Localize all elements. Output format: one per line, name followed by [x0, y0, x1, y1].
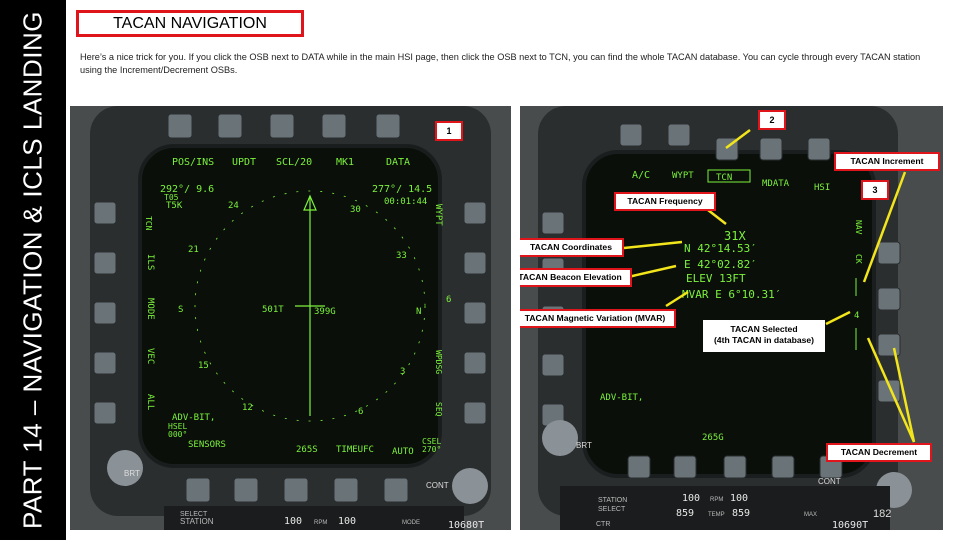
intro-paragraph: Here’s a nice trick for you. If you clic… [80, 52, 921, 75]
ufc-max: MAX [804, 512, 817, 518]
osb-label-data: DATA [386, 157, 410, 168]
compass-30: 30 [350, 205, 361, 215]
brt-label: BRT [576, 441, 592, 450]
osb-label-updt: UPDT [232, 157, 256, 168]
left-mfd-screenshot: POS/INS UPDT SCL/20 MK1 DATA 292°/ 9.6 T… [70, 106, 511, 530]
ufc-left-value: 100 [284, 516, 302, 527]
compass-21: 21 [188, 245, 199, 255]
section-title: PART 14 – NAVIGATION & ICLS LANDING [17, 11, 48, 529]
compass-33: 33 [396, 251, 407, 261]
ufc-row2-right: 859 [732, 508, 750, 519]
ufc-right-value: 100 [338, 516, 356, 527]
ufc-select: SELECT [180, 511, 208, 518]
tacan-coordinates-callout: TACAN Coordinates [520, 238, 624, 257]
tacan-selected-callout: TACAN Selected (4th TACAN in database) [703, 320, 825, 352]
step-1-marker: 1 [435, 121, 463, 141]
tacan-coord-e: E 42°02.82′ [684, 258, 757, 271]
ufc-ctr: CTR [596, 521, 610, 528]
osb-label-ck: CK [854, 254, 863, 264]
osb-label-vec: VEC [145, 348, 155, 364]
osb-label-auto: AUTO [392, 447, 414, 457]
time-readout: 00:01:44 [384, 197, 427, 207]
tacan-selected-line2: (4th TACAN in database) [713, 335, 815, 345]
ufc-select: SELECT [598, 506, 626, 513]
osb-label-265s: 265S [296, 445, 318, 455]
compass-n: N [416, 307, 421, 317]
osb-label-mode: MODE [145, 298, 155, 320]
ufc-row2-left: 859 [676, 508, 694, 519]
tacan-code: T5K [166, 201, 183, 211]
tacan-selected-line1: TACAN Selected [730, 324, 798, 334]
ufc-rpm: RPM [314, 520, 327, 526]
bottom-value: 265G [702, 433, 724, 443]
osb-label-sensors: SENSORS [188, 440, 226, 450]
tacan-mvar-callout: TACAN Magnetic Variation (MVAR) [520, 309, 676, 328]
osb-label-tcn: TCN [144, 216, 153, 231]
compass-12: 12 [242, 403, 253, 413]
ufc-station: STATION [180, 517, 214, 526]
cont-label: CONT [426, 481, 449, 490]
step-3-marker: 3 [861, 180, 889, 200]
osb-label-tcn[interactable]: TCN [716, 173, 732, 183]
range-readout: 277°/ 14.5 [372, 184, 432, 195]
page-number: 182 [873, 508, 892, 520]
osb-label-seq: SEQ [434, 402, 443, 417]
osb-label-wypt: WYPT [672, 171, 694, 181]
center-right-readout: 399G [314, 307, 336, 317]
ufc-fuel: 10690T [832, 520, 868, 530]
tacan-selected-index: 4 [854, 311, 859, 321]
tacan-decrement-callout: TACAN Decrement [826, 443, 932, 462]
csel-value: 270° [422, 445, 441, 454]
tacan-frequency-callout: TACAN Frequency [614, 192, 716, 211]
compass-s: S [178, 305, 183, 315]
osb-label-wpdsg: WPDSG [434, 350, 443, 374]
tacan-elev: ELEV 13FT [686, 272, 746, 285]
status-text: ADV-BIT, [600, 393, 643, 403]
center-left-readout: 501T [262, 305, 284, 315]
page-title: TACAN NAVIGATION [76, 10, 304, 37]
ufc-left-value: 100 [682, 493, 700, 504]
osb-label-scl: SCL/20 [276, 157, 312, 168]
left-mfd-svg: POS/INS UPDT SCL/20 MK1 DATA 292°/ 9.6 T… [70, 106, 511, 530]
osb-label-mdata: MDATA [762, 179, 790, 189]
osb-label-nav: NAV [854, 220, 863, 235]
compass-3: 3 [400, 367, 405, 377]
compass-24: 24 [228, 201, 239, 211]
brt-label: BRT [124, 469, 140, 478]
tacan-frequency-value: 31X [724, 229, 746, 243]
osb-label-timeufc: TIMEUFC [336, 445, 374, 455]
hsel-value: 000° [168, 430, 187, 439]
osb-label-wypt: WYPT [433, 204, 443, 226]
tacan-coord-n: N 42°14.53′ [684, 242, 757, 255]
ufc-right-value: 100 [730, 493, 748, 504]
step-2-marker: 2 [758, 110, 786, 130]
ufc-rpm: RPM [710, 497, 723, 503]
ufc-temp: TEMP [708, 512, 725, 518]
right-mfd-screenshot: A/C WYPT TCN MDATA HSI NAV CK 31X N 42°1… [520, 106, 943, 530]
osb-label-ils: ILS [145, 254, 155, 270]
osb-label-pos-ins: POS/INS [172, 157, 214, 168]
osb-label-hsi: HSI [814, 183, 830, 193]
tacan-elevation-callout: TACAN Beacon Elevation [520, 268, 632, 287]
osb-label-all: ALL [145, 394, 155, 410]
sidebar: PART 14 – NAVIGATION & ICLS LANDING [0, 0, 66, 540]
ufc-fuel: 10680T [448, 520, 484, 530]
ufc-mode: MODE [402, 520, 420, 526]
compass-6: 6 [358, 407, 363, 417]
compass-6-right: 6 [446, 295, 451, 305]
tacan-increment-callout: TACAN Increment [834, 152, 940, 171]
cont-label: CONT [818, 477, 841, 486]
ufc-station: STATION [598, 497, 627, 504]
tacan-mvar: MVAR E 6°10.31′ [682, 288, 781, 301]
compass-15: 15 [198, 361, 209, 371]
osb-label-ac: A/C [632, 170, 650, 181]
osb-label-mk1: MK1 [336, 157, 354, 168]
